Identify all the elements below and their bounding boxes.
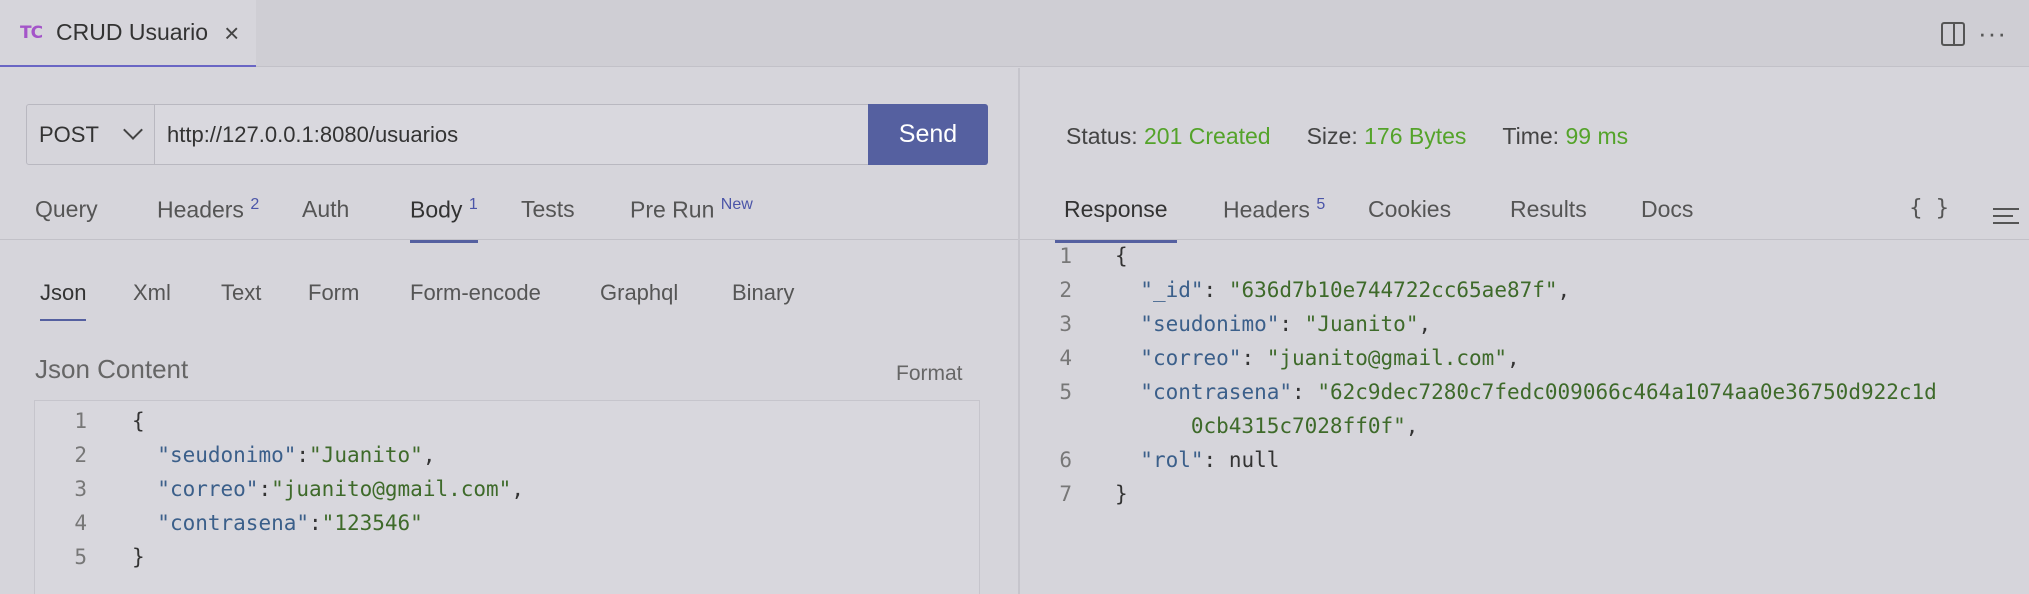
tab-form-encode[interactable]: Form-encode <box>410 280 541 306</box>
tab-text[interactable]: Text <box>221 280 261 306</box>
headers-count-badge: 2 <box>250 196 260 213</box>
send-button[interactable]: Send <box>868 104 988 165</box>
tab-response-headers[interactable]: Headers 5 <box>1223 196 1325 224</box>
status-value: 201 Created <box>1144 123 1271 149</box>
method-select[interactable]: POST <box>26 104 155 165</box>
editor-line: 2 "seudonimo":"Juanito", <box>74 443 436 467</box>
status-field: Status: 201 Created <box>1066 123 1271 149</box>
new-badge: New <box>720 196 753 213</box>
response-line: 2 "_id": "636d7b10e744722cc65ae87f", <box>1059 278 1571 302</box>
json-body-editor[interactable]: 1 { 2 "seudonimo":"Juanito", 3 "correo":… <box>34 400 980 594</box>
response-headers-count-badge: 5 <box>1316 196 1326 213</box>
tab-body[interactable]: Body 1 <box>410 196 478 243</box>
response-line: 3 "seudonimo": "Juanito", <box>1059 312 1432 336</box>
tab-query[interactable]: Query <box>35 196 98 223</box>
tab-pre-run[interactable]: Pre Run New <box>630 196 753 224</box>
editor-line: 4 "contrasena":"123546" <box>74 511 423 535</box>
tab-title: CRUD Usuario <box>56 19 209 45</box>
tab-xml[interactable]: Xml <box>133 280 171 306</box>
response-tabs: Response Headers 5 Cookies Results Docs … <box>1020 186 2029 243</box>
tab-response[interactable]: Response <box>1055 196 1177 243</box>
response-status-bar: Status: 201 Created Size: 176 Bytes Time… <box>1066 123 1664 150</box>
response-line: 6 "rol": null <box>1059 448 1280 472</box>
close-icon[interactable]: × <box>224 20 239 46</box>
response-line: 0cb4315c7028ff0f", <box>1190 414 1419 438</box>
tab-tests[interactable]: Tests <box>521 196 575 223</box>
size-field: Size: 176 Bytes <box>1306 123 1467 149</box>
json-content-label: Json Content <box>35 354 189 384</box>
response-line: 4 "correo": "juanito@gmail.com", <box>1059 346 1520 370</box>
response-line: 7 } <box>1059 482 1128 506</box>
url-input[interactable]: http://127.0.0.1:8080/usuarios <box>155 104 869 165</box>
editor-line: 1 { <box>74 409 145 433</box>
body-count-badge: 1 <box>468 196 478 213</box>
tab-results[interactable]: Results <box>1510 196 1587 223</box>
method-value: POST <box>39 121 99 147</box>
response-panel: Status: 201 Created Size: 176 Bytes Time… <box>1020 68 2029 594</box>
tab-binary[interactable]: Binary <box>732 280 794 306</box>
thunder-client-icon: TC <box>20 22 43 43</box>
time-value: 99 ms <box>1565 123 1629 149</box>
editor-line: 5 } <box>74 545 145 569</box>
format-button[interactable]: Format <box>896 362 963 386</box>
request-tabs: Query Headers 2 Auth Body 1 Tests Pre Ru… <box>0 186 1018 243</box>
tab-graphql[interactable]: Graphql <box>600 280 678 306</box>
tab-json[interactable]: Json <box>40 280 87 321</box>
response-line: 1 { <box>1059 244 1128 268</box>
body-type-tabs: Json Xml Text Form Form-encode Graphql B… <box>0 268 1018 321</box>
time-field: Time: 99 ms <box>1502 123 1629 149</box>
editor-tab-bar: TC CRUD Usuario × ··· <box>0 0 2029 67</box>
response-line: 5 "contrasena": "62c9dec7280c7fedc009066… <box>1059 380 1937 404</box>
tab-docs[interactable]: Docs <box>1641 196 1693 223</box>
braces-icon[interactable]: { } <box>1909 196 1949 221</box>
tab-crud-usuario[interactable]: TC CRUD Usuario × <box>0 0 256 67</box>
tab-form[interactable]: Form <box>308 280 359 306</box>
word-wrap-icon[interactable] <box>1993 208 2019 226</box>
size-value: 176 Bytes <box>1364 123 1467 149</box>
chevron-down-icon <box>123 120 143 140</box>
tab-auth[interactable]: Auth <box>302 196 349 223</box>
editor-line: 3 "correo":"juanito@gmail.com", <box>74 477 524 501</box>
request-panel: POST http://127.0.0.1:8080/usuarios Send… <box>0 68 1018 594</box>
tab-headers[interactable]: Headers 2 <box>157 196 259 224</box>
split-editor-icon[interactable] <box>1941 22 1965 46</box>
tab-cookies[interactable]: Cookies <box>1368 196 1451 223</box>
more-actions-icon[interactable]: ··· <box>1978 18 2007 49</box>
